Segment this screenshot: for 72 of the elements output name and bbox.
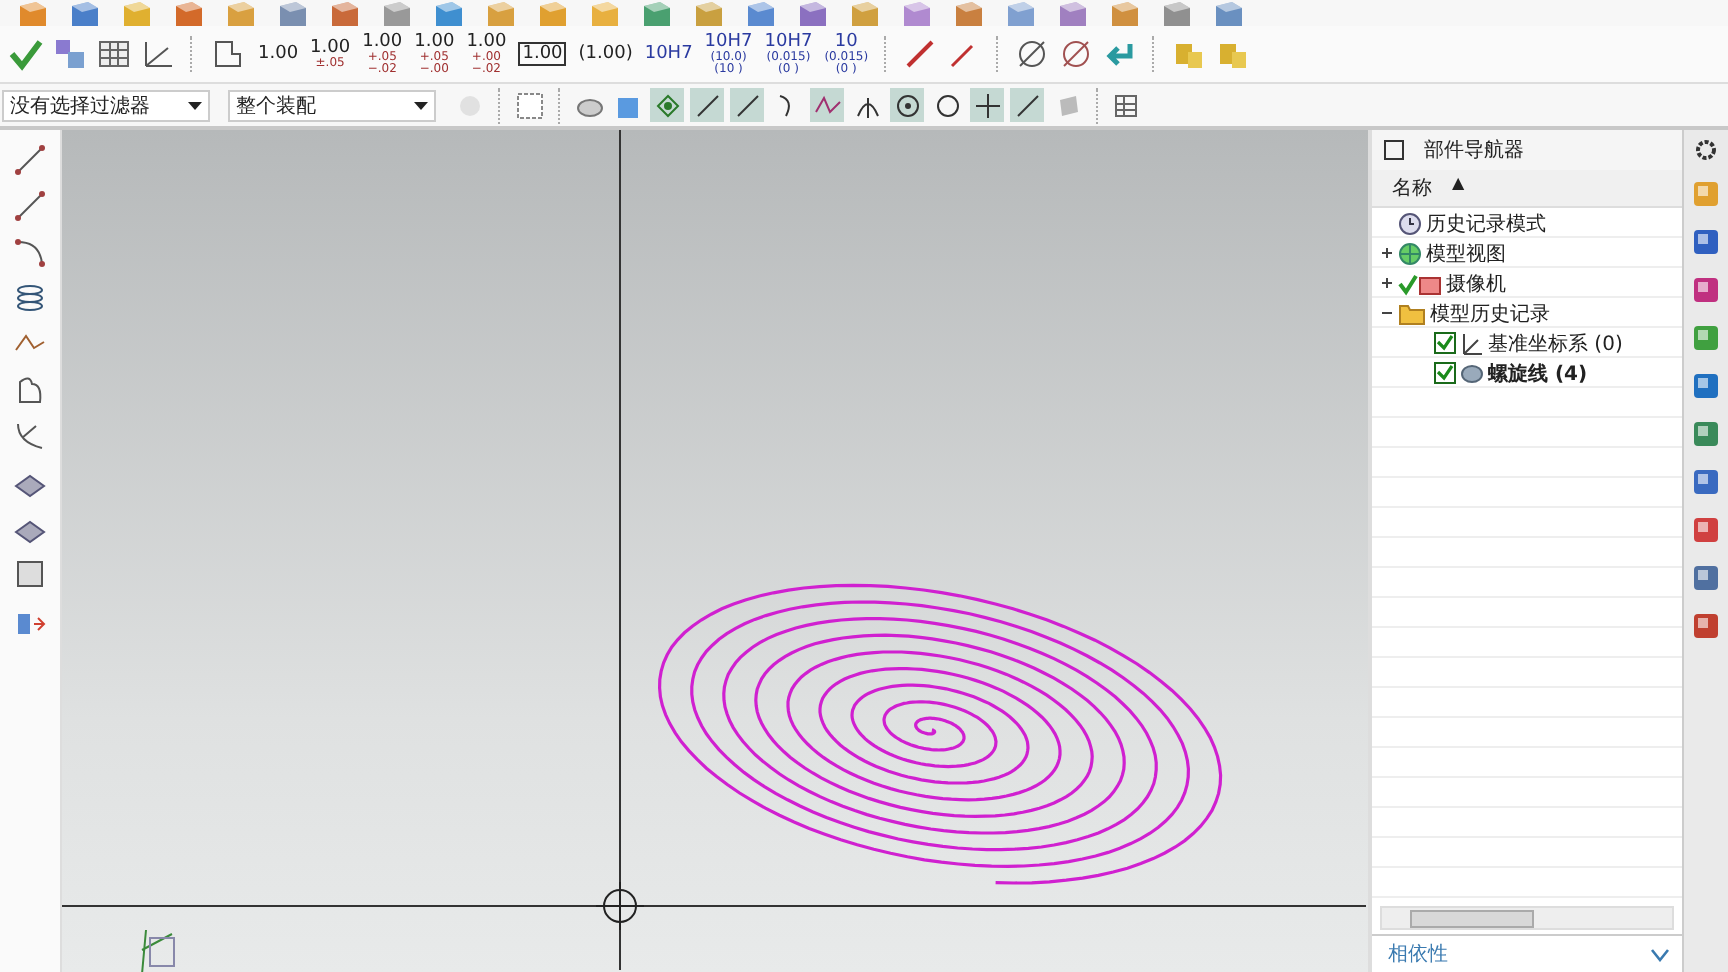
settings-icon[interactable] xyxy=(1694,138,1718,162)
tree-item-label[interactable]: 模型视图 xyxy=(1426,239,1506,267)
line-icon[interactable] xyxy=(12,188,48,224)
chevron-down-icon[interactable] xyxy=(1650,947,1670,961)
clock-icon xyxy=(1398,211,1422,235)
line-snap-icon xyxy=(733,91,761,119)
arc-icon[interactable] xyxy=(12,234,48,270)
resource-tab-icon[interactable] xyxy=(1690,322,1722,354)
dimension-style-button[interactable]: (1.00) xyxy=(576,44,635,64)
checkbox[interactable] xyxy=(1434,362,1456,384)
snap-toggle[interactable] xyxy=(690,88,724,122)
dimension-style-button[interactable]: 10H7 xyxy=(642,44,695,64)
dimension-style-button[interactable]: 1.00 xyxy=(516,42,569,66)
snap-toggle[interactable] xyxy=(730,88,764,122)
checkbox[interactable] xyxy=(1434,332,1456,354)
line-icon[interactable] xyxy=(12,142,48,178)
window-icon[interactable] xyxy=(1384,140,1404,160)
panel-section-title[interactable]: 相依性 xyxy=(1388,940,1448,968)
filter-dropdown[interactable]: 整个装配 xyxy=(228,89,436,121)
circle-snap-icon xyxy=(933,91,961,119)
snap-toggle[interactable] xyxy=(970,88,1004,122)
axes-icon xyxy=(1460,331,1484,355)
tree-item-label[interactable]: 摄像机 xyxy=(1446,269,1506,297)
globe-icon xyxy=(1398,241,1422,265)
resource-tab-icon[interactable] xyxy=(1690,610,1722,642)
resource-tab-icon[interactable] xyxy=(1690,514,1722,546)
check-icon[interactable] xyxy=(8,36,44,72)
collapse-toggle[interactable] xyxy=(1380,306,1394,320)
snap-toggle[interactable] xyxy=(810,88,844,122)
coil-icon[interactable] xyxy=(12,280,48,316)
pen-icon[interactable] xyxy=(902,36,939,72)
table-icon[interactable] xyxy=(96,36,132,72)
tree-item-label[interactable]: 历史记录模式 xyxy=(1426,209,1546,237)
tree-item-label[interactable]: 基准坐标系 (0) xyxy=(1488,329,1623,357)
diameter-icon[interactable] xyxy=(1058,36,1095,72)
dots-snap-icon xyxy=(653,91,681,119)
snap-toggle[interactable] xyxy=(650,88,684,122)
line-snap-icon xyxy=(1013,91,1041,119)
tree-item-label[interactable]: 螺旋线 (4) xyxy=(1488,359,1588,387)
sort-indicator[interactable]: ▲ xyxy=(1452,174,1465,202)
tree-item-label[interactable]: 模型历史记录 xyxy=(1430,299,1550,327)
cross-snap-icon xyxy=(973,91,1001,119)
panel-title: 部件导航器 xyxy=(1424,137,1524,164)
diameter-icon[interactable] xyxy=(1014,36,1051,72)
line-snap-icon xyxy=(693,91,721,119)
horizontal-scrollbar[interactable] xyxy=(1380,906,1674,930)
snap-toggle[interactable] xyxy=(1010,88,1044,122)
center-snap-icon xyxy=(893,91,921,119)
grid-icon[interactable] xyxy=(1112,91,1140,119)
caret-icon xyxy=(414,101,428,109)
parts-icon[interactable] xyxy=(52,36,88,72)
resource-tab-icon[interactable] xyxy=(1690,274,1722,306)
snap-toggle[interactable] xyxy=(890,88,924,122)
axis-triad-icon xyxy=(141,929,175,972)
curve-icon[interactable] xyxy=(12,418,48,454)
resource-tab-icon[interactable] xyxy=(1690,370,1722,402)
wave-snap-icon xyxy=(813,91,841,119)
cursor-crosshair-icon xyxy=(595,881,645,931)
box-icon[interactable] xyxy=(12,556,48,592)
expand-toggle[interactable] xyxy=(1380,246,1394,260)
select-box-icon[interactable] xyxy=(514,89,546,121)
folder-icon xyxy=(1398,301,1426,325)
caret-icon xyxy=(188,101,202,109)
axes-icon[interactable] xyxy=(140,36,176,72)
dimension-style-button[interactable]: 1.00 xyxy=(256,44,301,64)
column-header[interactable]: 名称 xyxy=(1392,174,1432,202)
resource-tab-icon[interactable] xyxy=(1690,562,1722,594)
resource-tab-icon[interactable] xyxy=(1690,226,1722,258)
resource-tab-icon[interactable] xyxy=(1690,466,1722,498)
resource-tab-icon[interactable] xyxy=(1690,418,1722,450)
filter-dropdown[interactable]: 没有选择过滤器 xyxy=(2,89,210,121)
expand-toggle[interactable] xyxy=(1380,276,1394,290)
